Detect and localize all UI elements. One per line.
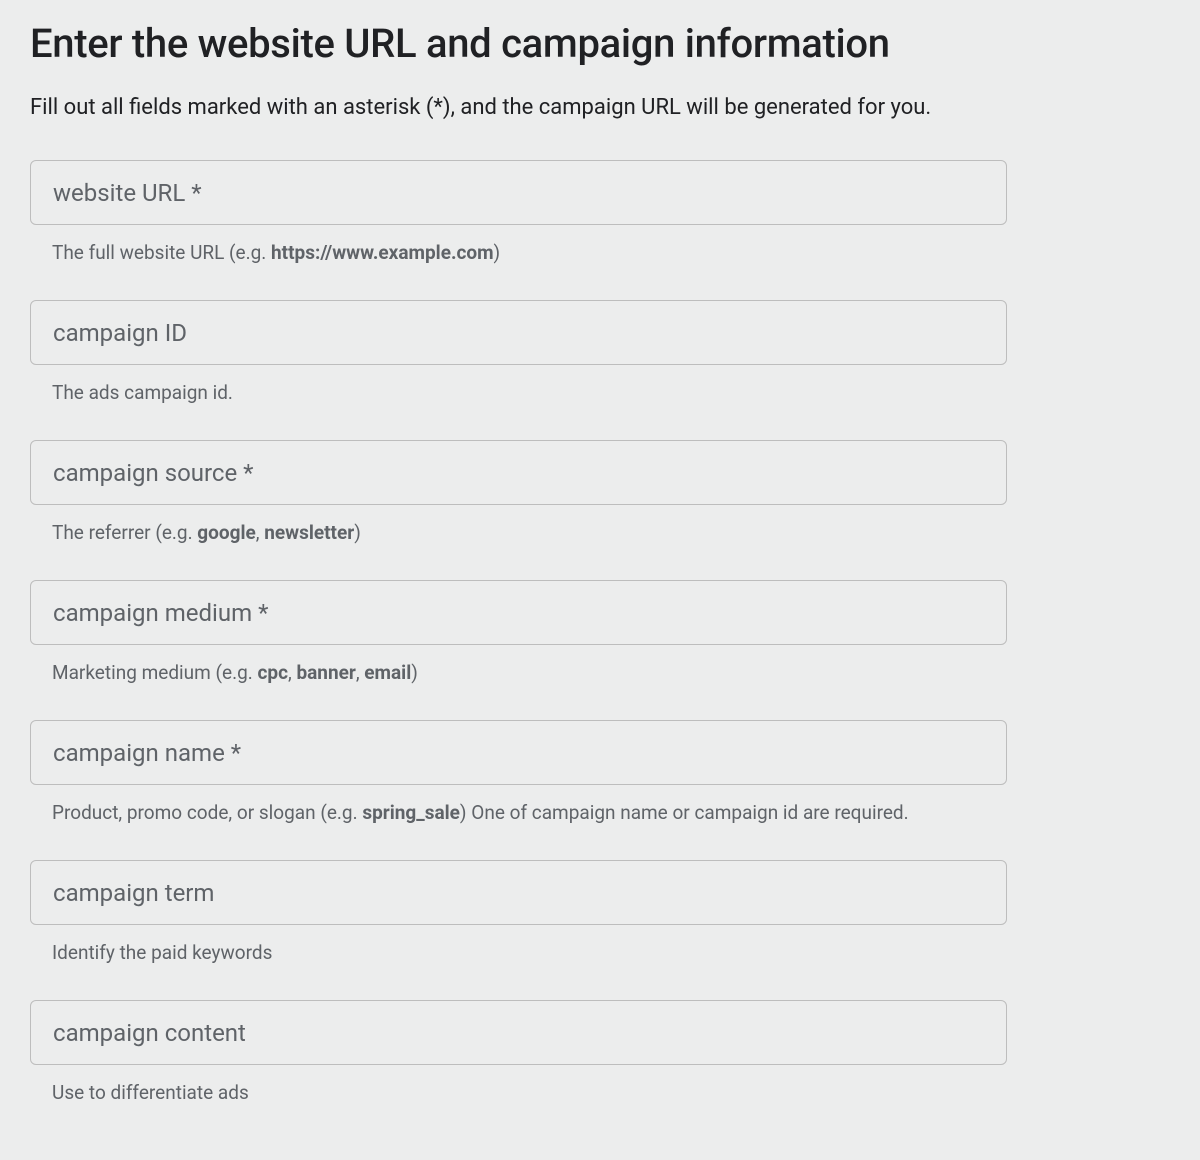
campaign-id-input[interactable] — [30, 300, 1007, 365]
campaign-medium-input[interactable] — [30, 580, 1007, 645]
website-url-helper: The full website URL (e.g. https://www.e… — [52, 241, 1170, 264]
campaign-term-helper: Identify the paid keywords — [52, 941, 1170, 964]
campaign-content-helper: Use to differentiate ads — [52, 1081, 1170, 1104]
campaign-source-group: The referrer (e.g. google, newsletter) — [30, 440, 1170, 544]
campaign-content-input[interactable] — [30, 1000, 1007, 1065]
page-title: Enter the website URL and campaign infor… — [30, 20, 1170, 67]
website-url-input[interactable] — [30, 160, 1007, 225]
campaign-source-input[interactable] — [30, 440, 1007, 505]
campaign-term-group: Identify the paid keywords — [30, 860, 1170, 964]
campaign-name-input[interactable] — [30, 720, 1007, 785]
website-url-group: The full website URL (e.g. https://www.e… — [30, 160, 1170, 264]
campaign-name-helper: Product, promo code, or slogan (e.g. spr… — [52, 801, 1170, 824]
campaign-source-helper: The referrer (e.g. google, newsletter) — [52, 521, 1170, 544]
campaign-medium-helper: Marketing medium (e.g. cpc, banner, emai… — [52, 661, 1170, 684]
campaign-name-group: Product, promo code, or slogan (e.g. spr… — [30, 720, 1170, 824]
campaign-id-group: The ads campaign id. — [30, 300, 1170, 404]
campaign-term-input[interactable] — [30, 860, 1007, 925]
campaign-medium-group: Marketing medium (e.g. cpc, banner, emai… — [30, 580, 1170, 684]
page-subtitle: Fill out all fields marked with an aster… — [30, 95, 1170, 120]
campaign-id-helper: The ads campaign id. — [52, 381, 1170, 404]
campaign-content-group: Use to differentiate ads — [30, 1000, 1170, 1104]
